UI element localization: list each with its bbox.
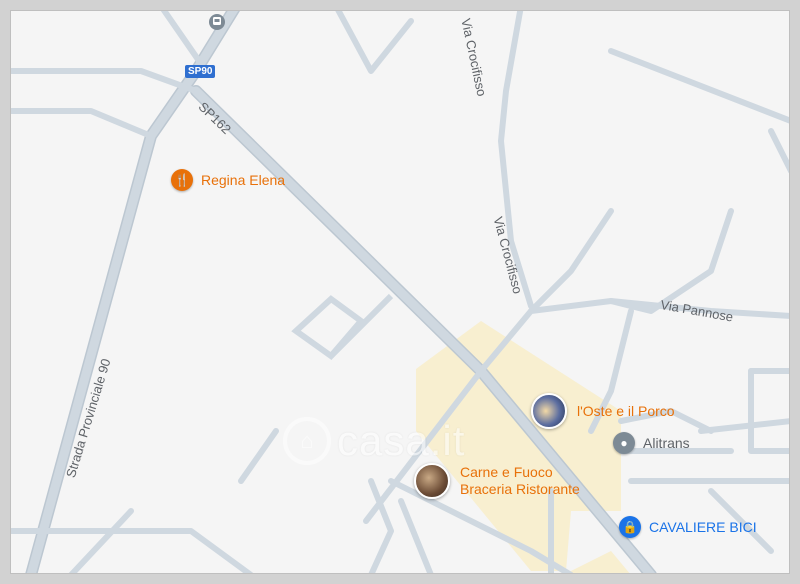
shopping-bag-icon: 🔒 — [619, 516, 641, 538]
casa-it-watermark: ⌂ casa.it — [283, 417, 465, 465]
watermark-text: casa.it — [337, 417, 466, 464]
house-icon: ⌂ — [283, 417, 331, 465]
poi-cavaliere-bici-label: CAVALIERE BICI — [649, 518, 757, 535]
restaurant-icon: 🍴 — [171, 169, 193, 191]
poi-oste-porco-label: l'Oste e il Porco — [577, 402, 675, 419]
poi-alitrans[interactable]: ● Alitrans — [613, 432, 690, 454]
poi-alitrans-label: Alitrans — [643, 434, 690, 451]
map-frame: SP90 SP162 Via Crocifisso Via Crocifisso… — [0, 0, 800, 584]
poi-carne-fuoco[interactable]: Carne e Fuoco Braceria Ristorante — [414, 463, 580, 499]
poi-regina-elena[interactable]: 🍴 Regina Elena — [171, 169, 285, 191]
photo-thumbnail — [414, 463, 450, 499]
sp90-shield: SP90 — [185, 65, 216, 78]
road-network — [11, 11, 789, 573]
poi-carne-fuoco-line1: Carne e Fuoco — [460, 464, 553, 480]
place-pin-icon: ● — [613, 432, 635, 454]
poi-regina-elena-label: Regina Elena — [201, 171, 286, 188]
poi-cavaliere-bici[interactable]: 🔒 CAVALIERE BICI — [619, 516, 757, 538]
map-canvas[interactable]: SP90 SP162 Via Crocifisso Via Crocifisso… — [10, 10, 790, 574]
photo-thumbnail — [531, 393, 567, 429]
poi-oste-porco[interactable]: l'Oste e il Porco — [531, 393, 675, 429]
poi-carne-fuoco-line2: Braceria Ristorante — [460, 481, 580, 497]
